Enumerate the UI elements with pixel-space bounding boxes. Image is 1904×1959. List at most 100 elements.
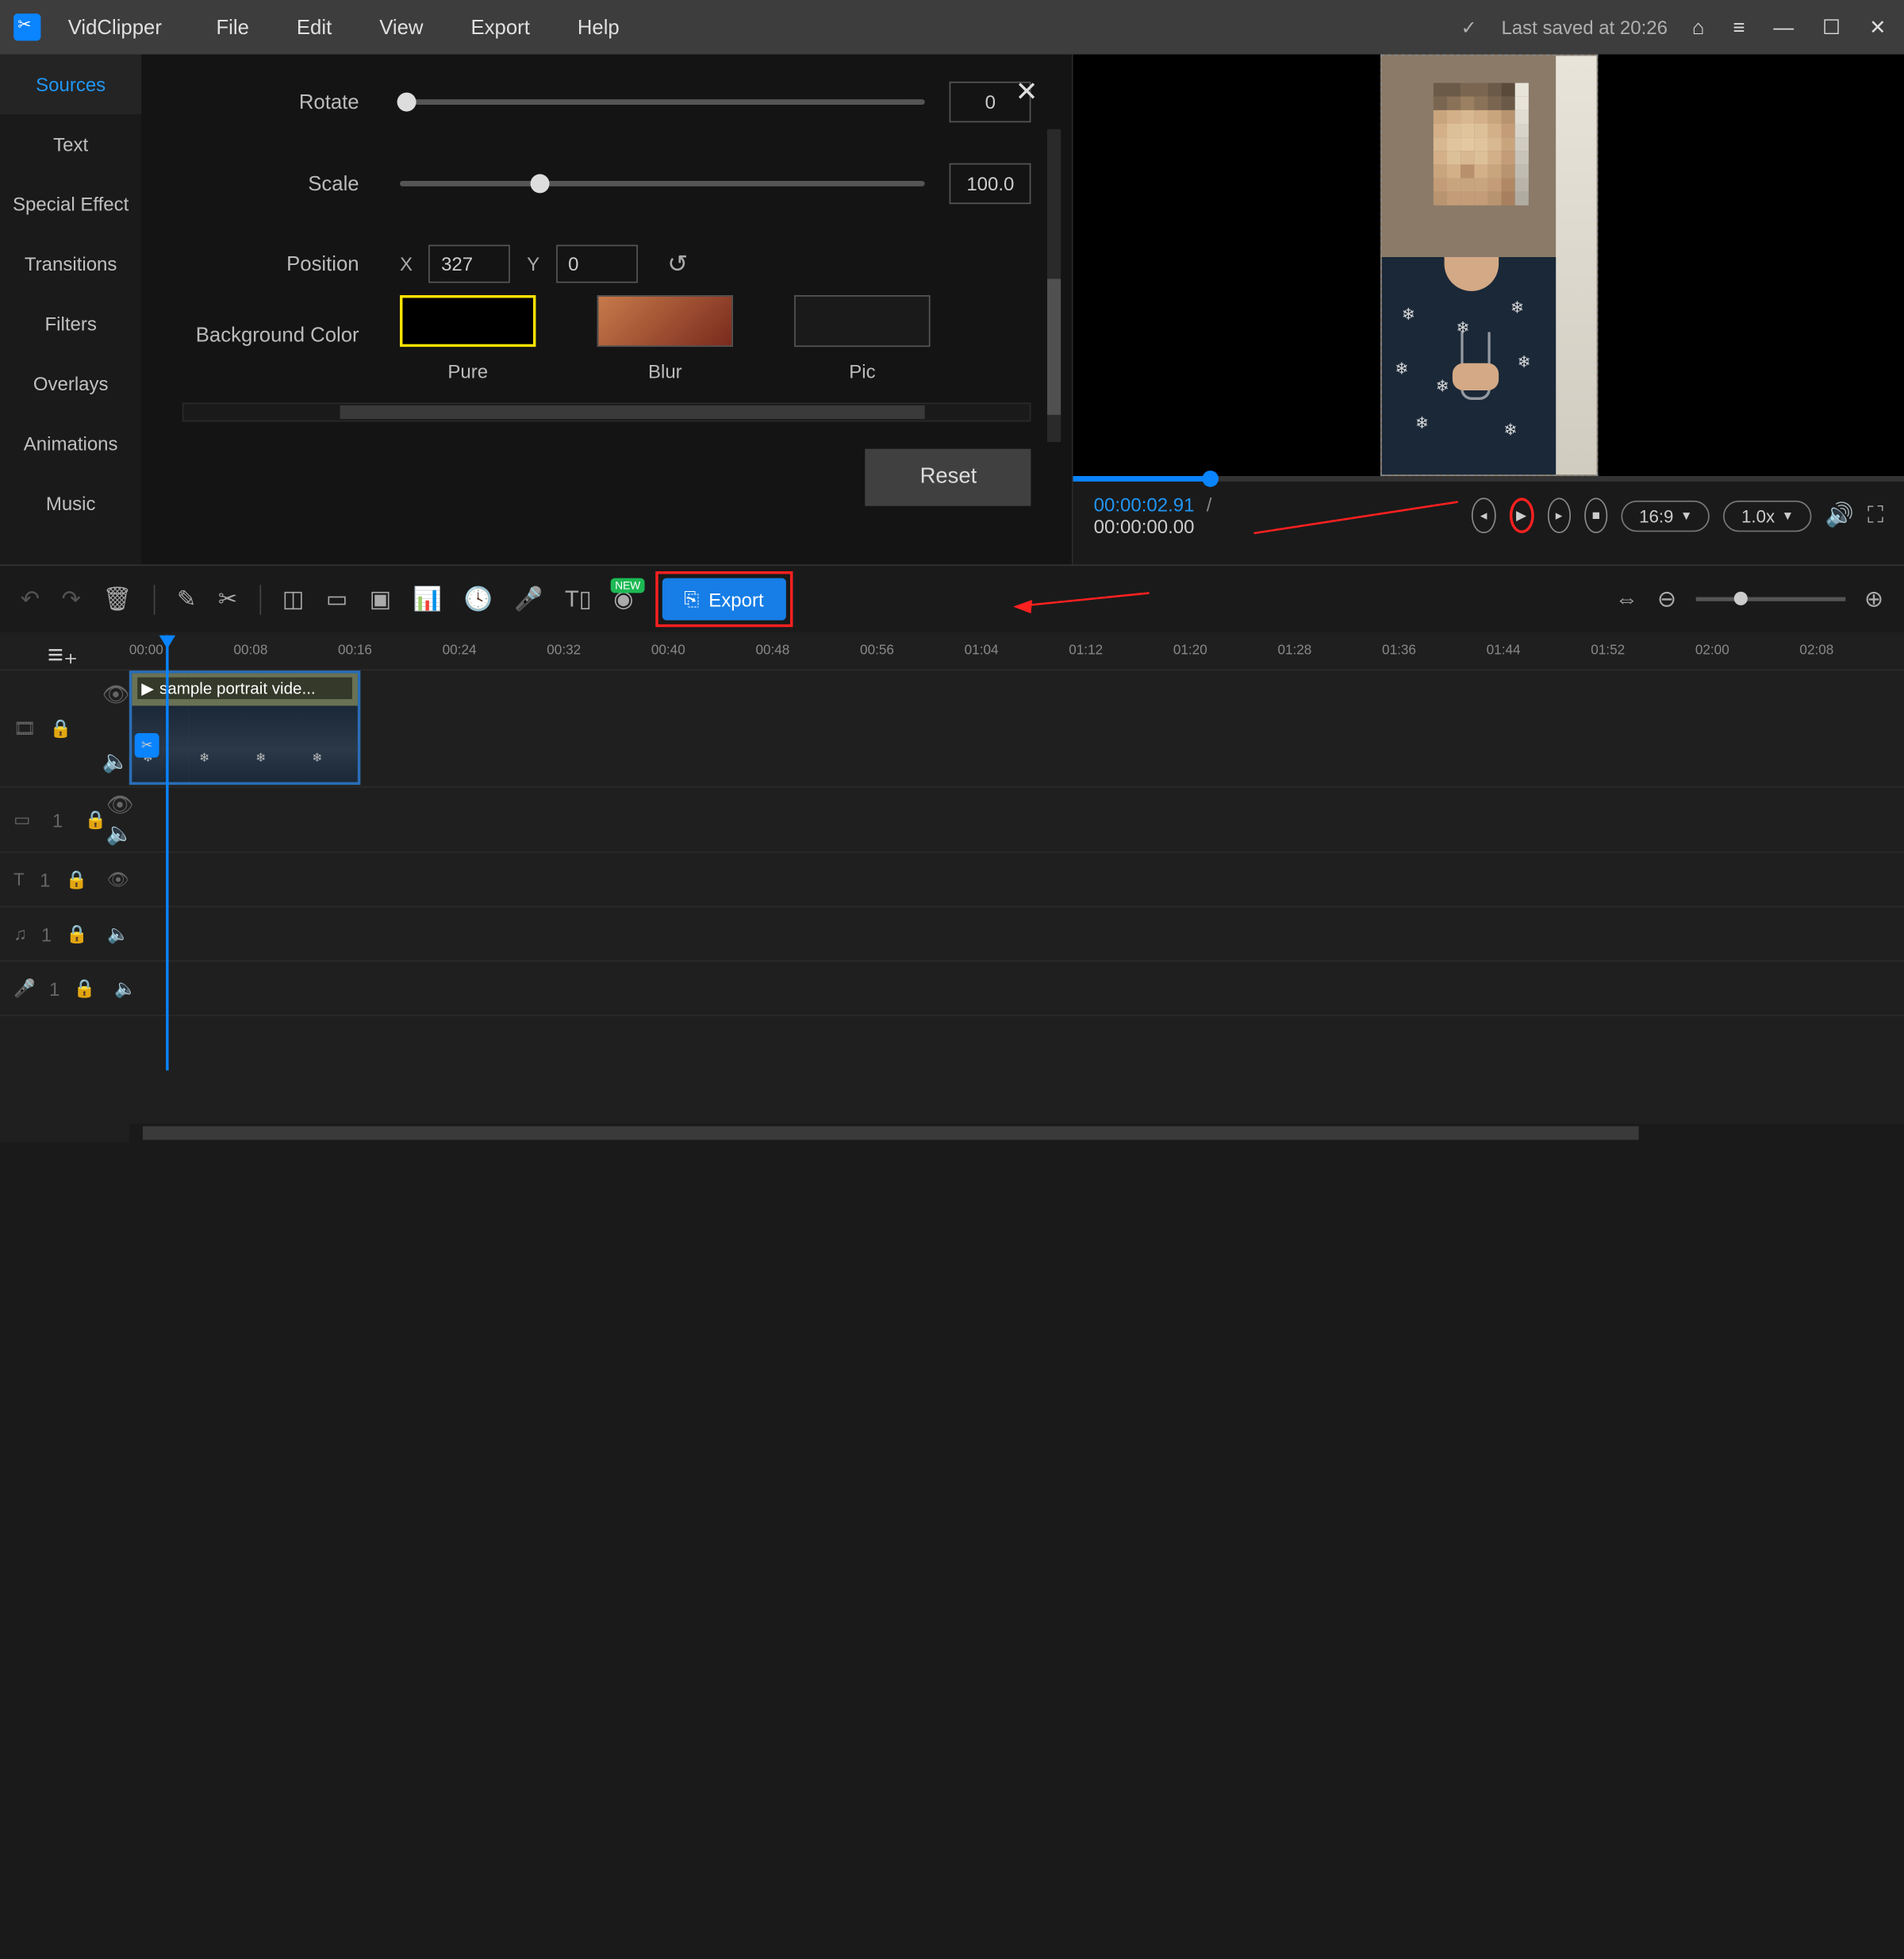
fit-icon[interactable]: ⇔ <box>1615 586 1638 613</box>
delete-icon[interactable]: 🗑 <box>102 586 132 613</box>
zoom-in-icon[interactable]: ⊕ <box>1864 586 1883 613</box>
bgcolor-label: Background Color <box>182 324 359 347</box>
clip-scissors-icon: ✂ <box>135 733 159 758</box>
position-y-input[interactable] <box>556 245 638 283</box>
music-track-icon: ♫ <box>13 924 27 944</box>
menu-help[interactable]: Help <box>578 16 620 39</box>
clock-icon[interactable]: 🕓 <box>463 586 492 613</box>
scale-input[interactable] <box>950 163 1031 204</box>
track-video[interactable]: 🎞 🔒 👁 🔈 ▶ sample portrait vide... ✂ <box>0 670 1904 787</box>
hamburger-icon[interactable]: ≡ <box>1729 16 1749 39</box>
lock-icon[interactable]: 🔒 <box>50 717 72 739</box>
window-close-icon[interactable]: ✕ <box>1865 15 1891 40</box>
undo-icon[interactable]: ↶ <box>21 586 40 613</box>
fullscreen-icon[interactable]: ⛶ <box>1868 502 1883 529</box>
lock-icon[interactable]: 🔒 <box>66 869 88 890</box>
clip-play-icon: ▶ <box>141 678 154 697</box>
text-track-icon: T <box>13 869 25 889</box>
export-icon: ⎘ <box>684 588 699 611</box>
video-clip[interactable]: ▶ sample portrait vide... ✂ <box>129 670 360 785</box>
scale-slider[interactable] <box>400 181 925 186</box>
menu-edit[interactable]: Edit <box>297 16 332 39</box>
stats-icon[interactable]: 📊 <box>413 586 442 613</box>
speed-select[interactable]: 1.0x▼ <box>1724 500 1812 531</box>
preview-pane: ❄ ❄ ❄ ❄ ❄ ❄ ❄ ❄ <box>1072 55 1904 565</box>
window-maximize-icon[interactable]: ☐ <box>1818 15 1844 40</box>
position-reset-icon[interactable]: ↺ <box>667 250 688 278</box>
marquee-icon[interactable]: ▭ <box>326 586 348 613</box>
mic-icon[interactable]: 🎤 <box>514 586 543 613</box>
mute-icon[interactable]: 🔈 <box>106 820 133 847</box>
sidebar-item-music[interactable]: Music <box>0 474 141 533</box>
add-track-icon[interactable]: ≡₊ <box>48 638 78 672</box>
track-overlay[interactable]: ▭ 1 🔒 👁 🔈 <box>0 788 1904 853</box>
video-track-icon: 🎞 <box>13 717 36 739</box>
sidebar-item-special-effect[interactable]: Special Effect <box>0 174 141 233</box>
stop-button[interactable]: ■ <box>1584 497 1608 533</box>
bg-label-blur: Blur <box>648 360 682 382</box>
mute-icon[interactable]: 🔈 <box>107 923 129 944</box>
voice-track-icon: 🎤 <box>13 978 36 999</box>
prev-frame-button[interactable]: ◂ <box>1472 497 1495 533</box>
bg-option-blur[interactable] <box>597 295 733 347</box>
lock-icon[interactable]: 🔒 <box>85 809 107 830</box>
track-voice[interactable]: 🎤 1 🔒 🔈 <box>0 962 1904 1016</box>
home-icon[interactable]: ⌂ <box>1688 16 1709 39</box>
panel-scrollbar[interactable] <box>1047 129 1061 442</box>
aspect-ratio-select[interactable]: 16:9▼ <box>1622 500 1710 531</box>
timecode-total: 00:00:00.00 <box>1094 516 1195 537</box>
sidebar-item-animations[interactable]: Animations <box>0 413 141 473</box>
bg-option-pic[interactable] <box>794 295 930 347</box>
lock-icon[interactable]: 🔒 <box>66 923 88 944</box>
crop-icon[interactable]: ◫ <box>282 586 305 613</box>
bg-label-pic: Pic <box>849 360 875 382</box>
position-y-label: Y <box>527 253 539 275</box>
volume-icon[interactable]: 🔊 <box>1825 502 1853 529</box>
playhead[interactable] <box>166 636 168 1071</box>
menu-export[interactable]: Export <box>471 16 530 39</box>
rotate-slider[interactable] <box>400 99 925 105</box>
zoom-slider[interactable] <box>1695 597 1845 601</box>
mute-icon[interactable]: 🔈 <box>102 748 129 775</box>
reset-button[interactable]: Reset <box>866 449 1031 506</box>
edit-icon[interactable]: ✎ <box>177 586 196 613</box>
sidebar-item-text[interactable]: Text <box>0 114 141 174</box>
sidebar-item-overlays[interactable]: Overlays <box>0 354 141 413</box>
pip-icon[interactable]: ▣ <box>370 586 392 613</box>
text-tool-icon[interactable]: T▯ <box>565 586 592 613</box>
cut-icon[interactable]: ✂ <box>218 586 237 613</box>
track-text[interactable]: T 1 🔒 👁 <box>0 853 1904 908</box>
menu-file[interactable]: File <box>216 16 248 39</box>
bg-option-pure[interactable] <box>400 295 536 347</box>
main-menu: File Edit View Export Help <box>216 16 619 39</box>
menu-view[interactable]: View <box>379 16 423 39</box>
sidebar-item-transitions[interactable]: Transitions <box>0 234 141 294</box>
timecode: 00:00:02.91 / 00:00:00.00 <box>1094 494 1241 537</box>
playback-progress[interactable] <box>1073 476 1904 482</box>
redo-icon[interactable]: ↷ <box>62 586 81 613</box>
lock-icon[interactable]: 🔒 <box>74 978 96 999</box>
preview-canvas[interactable]: ❄ ❄ ❄ ❄ ❄ ❄ ❄ ❄ <box>1073 55 1904 476</box>
panel-h-scrollbar[interactable] <box>182 402 1031 421</box>
zoom-out-icon[interactable]: ⊖ <box>1657 586 1676 613</box>
rotate-label: Rotate <box>182 90 359 113</box>
clip-title: sample portrait vide... <box>159 678 316 697</box>
window-minimize-icon[interactable]: — <box>1769 16 1798 39</box>
visibility-icon[interactable]: 👁 <box>107 869 129 890</box>
next-frame-button[interactable]: ▸ <box>1547 497 1571 533</box>
sidebar-item-sources[interactable]: Sources <box>0 55 141 114</box>
timeline-ruler[interactable]: ≡₊ 00:00 00:08 00:16 00:24 00:32 00:40 0… <box>0 632 1904 670</box>
mute-icon[interactable]: 🔈 <box>114 978 136 999</box>
position-x-label: X <box>400 253 413 275</box>
annotation-arrow-1 <box>1254 495 1458 536</box>
track-music[interactable]: ♫ 1 🔒 🔈 <box>0 907 1904 962</box>
sidebar-item-filters[interactable]: Filters <box>0 294 141 353</box>
visibility-icon[interactable]: 👁 <box>102 682 130 709</box>
properties-panel: ✕ Rotate Scale Position X <box>141 55 1072 565</box>
play-button[interactable]: ▶ <box>1509 497 1534 533</box>
timeline-h-scrollbar[interactable] <box>129 1124 1904 1143</box>
export-button[interactable]: ⎘ Export <box>662 578 785 620</box>
visibility-icon[interactable]: 👁 <box>106 792 134 819</box>
close-panel-icon[interactable]: ✕ <box>1015 75 1038 109</box>
position-x-input[interactable] <box>429 245 511 283</box>
